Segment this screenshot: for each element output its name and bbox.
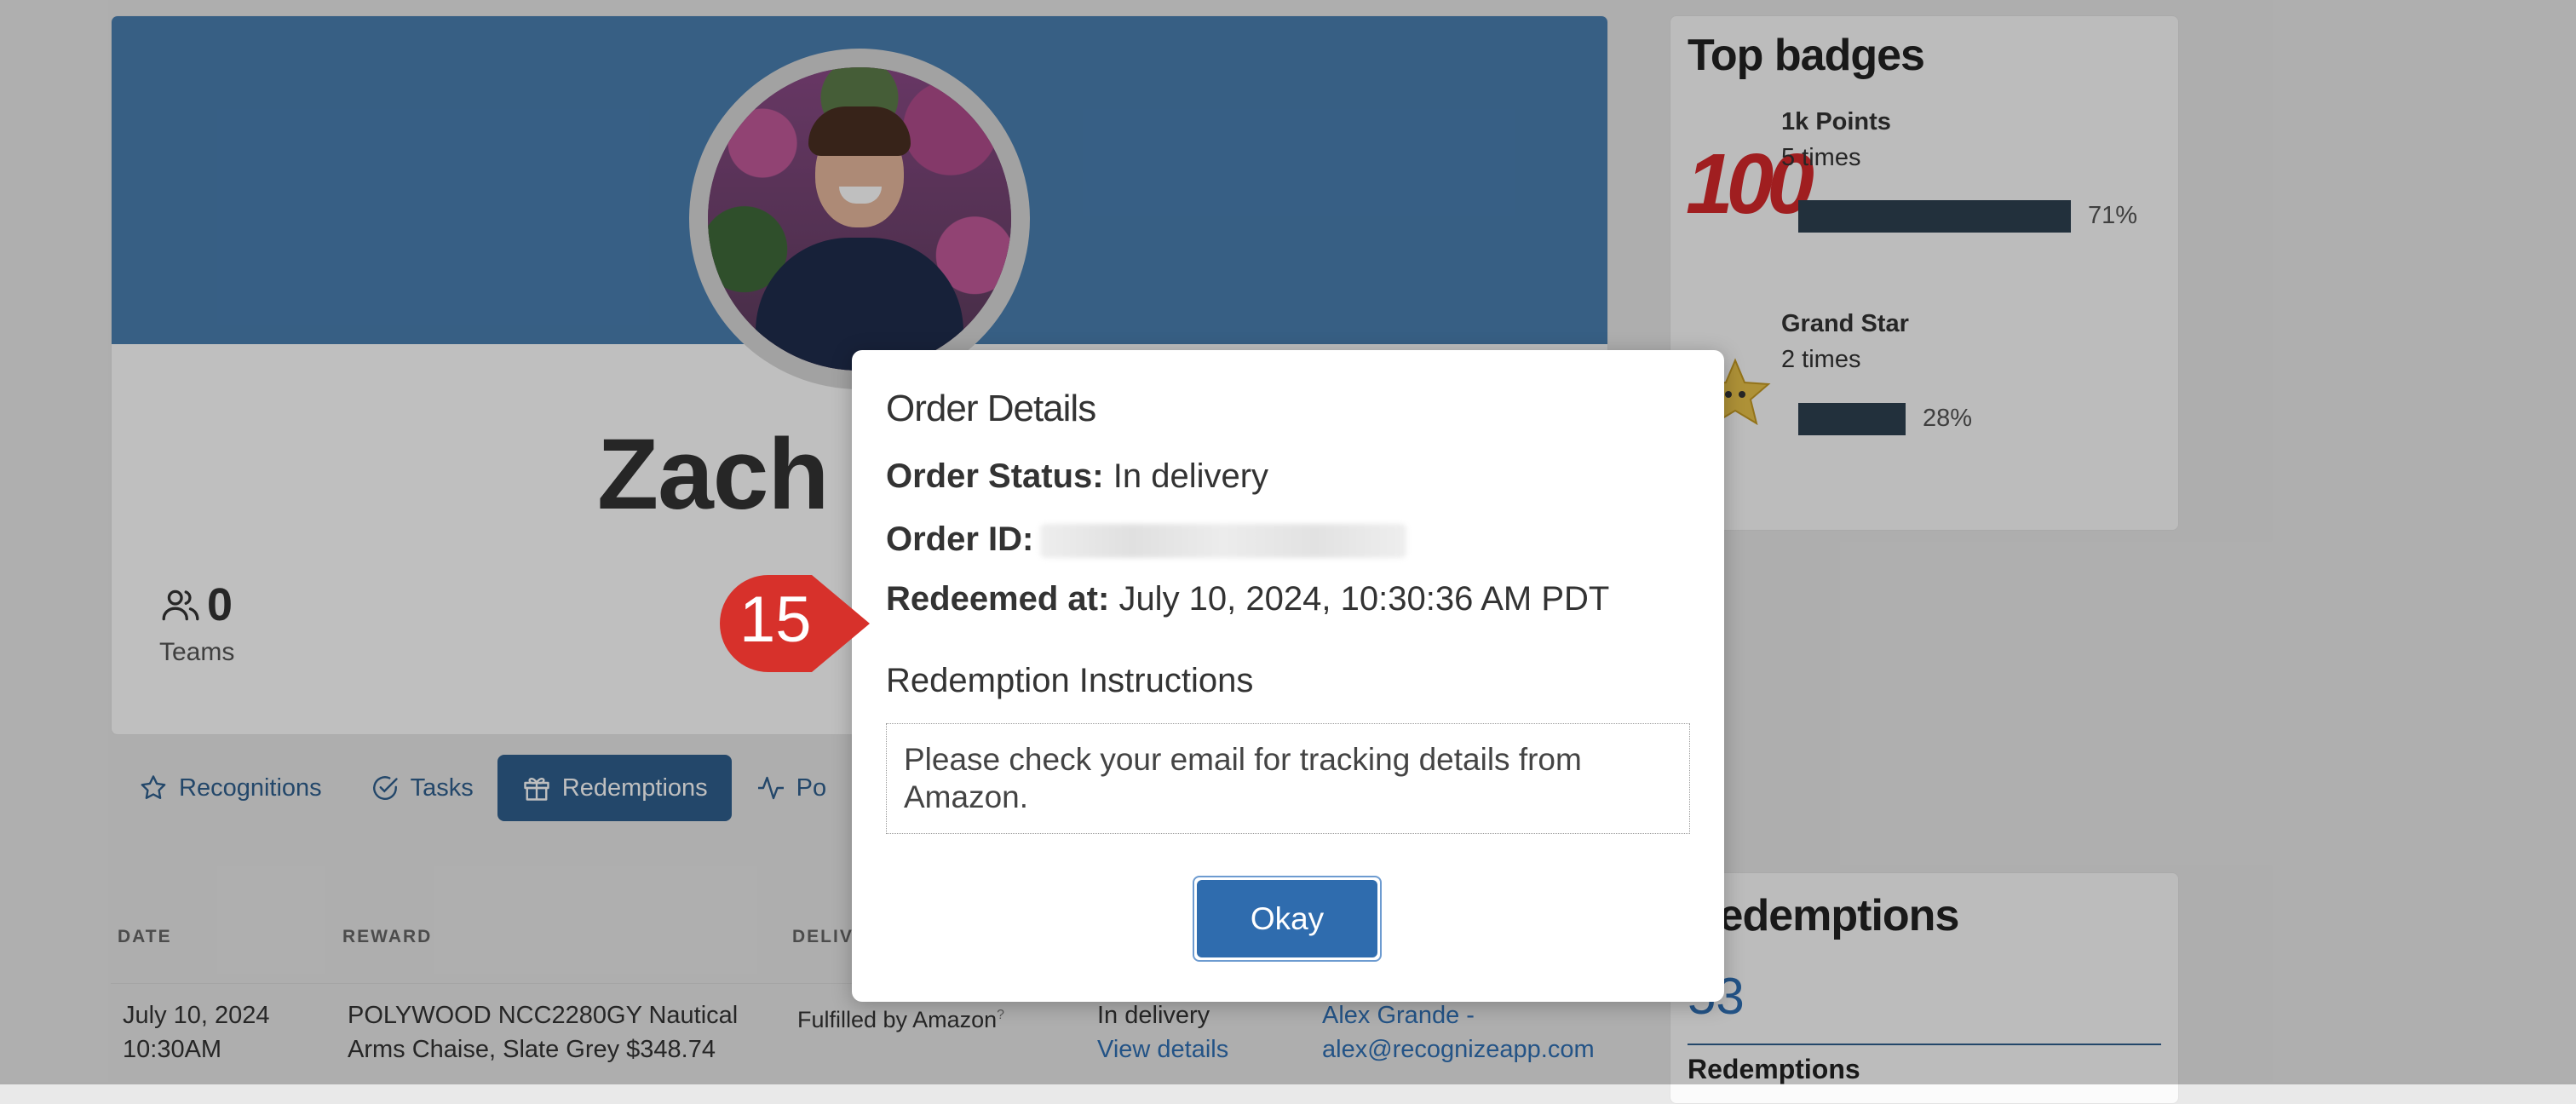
order-status-line: Order Status: In delivery: [886, 457, 1269, 495]
redacted-order-id: [1040, 524, 1407, 559]
instructions-title: Redemption Instructions: [886, 662, 1254, 699]
okay-button-focus-ring: Okay: [1193, 876, 1382, 962]
order-id-line: Order ID:: [886, 520, 1407, 559]
modal-title: Order Details: [886, 388, 1096, 429]
order-details-modal: Order Details Order Status: In delivery …: [852, 350, 1724, 1002]
redeemed-at-line: Redeemed at: July 10, 2024, 10:30:36 AM …: [886, 580, 1610, 618]
okay-button[interactable]: Okay: [1197, 880, 1377, 957]
step-number: 15: [739, 584, 812, 656]
instructions-box: Please check your email for tracking det…: [886, 723, 1690, 834]
